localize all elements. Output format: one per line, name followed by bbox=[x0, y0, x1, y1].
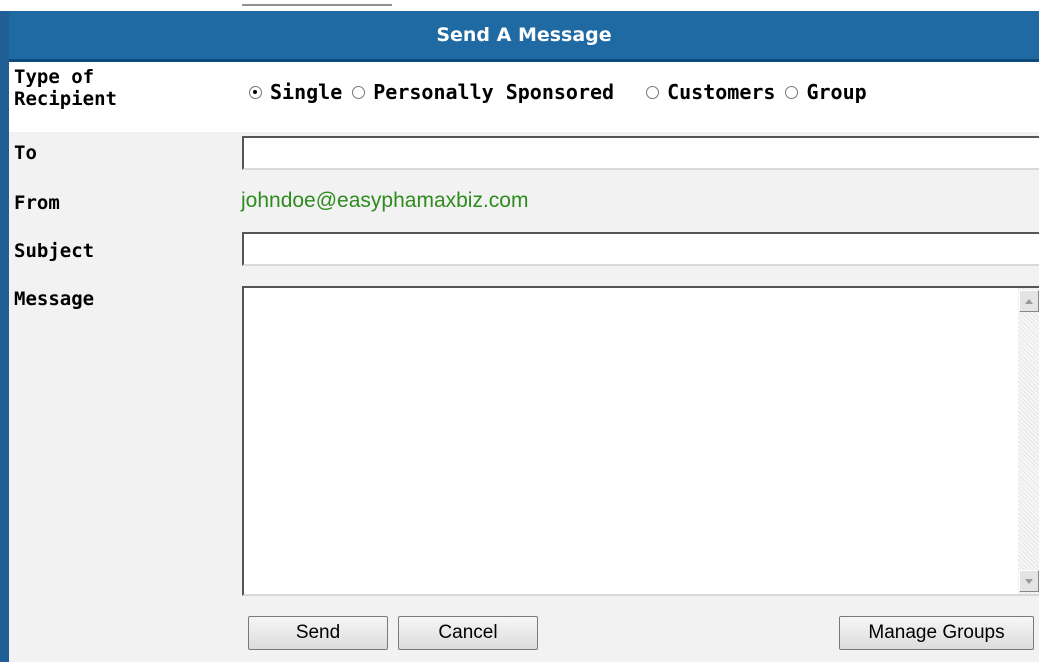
subject-label: Subject bbox=[14, 240, 95, 262]
send-button[interactable]: Send bbox=[248, 616, 388, 650]
message-row: Message Send Cancel Manage Groups bbox=[9, 272, 1039, 662]
radio-personally-sponsored[interactable]: Personally Sponsored bbox=[352, 80, 614, 104]
to-row: To bbox=[9, 132, 1039, 174]
manage-groups-button[interactable]: Manage Groups bbox=[839, 616, 1034, 650]
form-title: Send A Message bbox=[9, 11, 1039, 62]
radio-customers-label: Customers bbox=[667, 80, 776, 104]
radio-group-dot[interactable] bbox=[785, 85, 799, 99]
to-input[interactable] bbox=[242, 136, 1039, 170]
subject-row: Subject bbox=[9, 228, 1039, 272]
type-of-recipient-row: Type of Recipient Single Personally Spon… bbox=[9, 62, 1039, 132]
message-textarea[interactable] bbox=[242, 286, 1039, 596]
top-strip bbox=[0, 0, 1039, 11]
radio-personally-sponsored-label: Personally Sponsored bbox=[373, 80, 615, 104]
radio-single-label: Single bbox=[270, 80, 343, 104]
scroll-up-button[interactable] bbox=[1019, 290, 1039, 312]
scroll-up-icon bbox=[1025, 298, 1033, 304]
radio-single[interactable]: Single bbox=[249, 80, 342, 104]
scroll-down-button[interactable] bbox=[1019, 570, 1039, 592]
subject-input[interactable] bbox=[242, 232, 1039, 266]
recipient-type-radio-group: Single Personally Sponsored Customers Gr… bbox=[249, 80, 877, 104]
radio-customers-dot[interactable] bbox=[646, 85, 660, 99]
type-of-recipient-label: Type of Recipient bbox=[14, 66, 117, 110]
radio-single-dot[interactable] bbox=[249, 85, 262, 99]
radio-group[interactable]: Group bbox=[785, 80, 867, 104]
radio-personally-sponsored-dot[interactable] bbox=[352, 85, 366, 99]
radio-customers[interactable]: Customers bbox=[646, 80, 775, 104]
scroll-down-icon bbox=[1025, 578, 1033, 584]
from-email: johndoe@easyphamaxbiz.com bbox=[241, 189, 529, 212]
ghost-underline bbox=[242, 0, 392, 6]
left-border bbox=[0, 11, 9, 662]
message-label: Message bbox=[14, 288, 95, 310]
cancel-button[interactable]: Cancel bbox=[398, 616, 538, 650]
radio-group-label: Group bbox=[806, 80, 867, 104]
from-label: From bbox=[14, 192, 60, 214]
message-scrollbar[interactable] bbox=[1018, 288, 1039, 594]
from-row: From johndoe@easyphamaxbiz.com bbox=[9, 174, 1039, 228]
to-label: To bbox=[14, 142, 37, 164]
